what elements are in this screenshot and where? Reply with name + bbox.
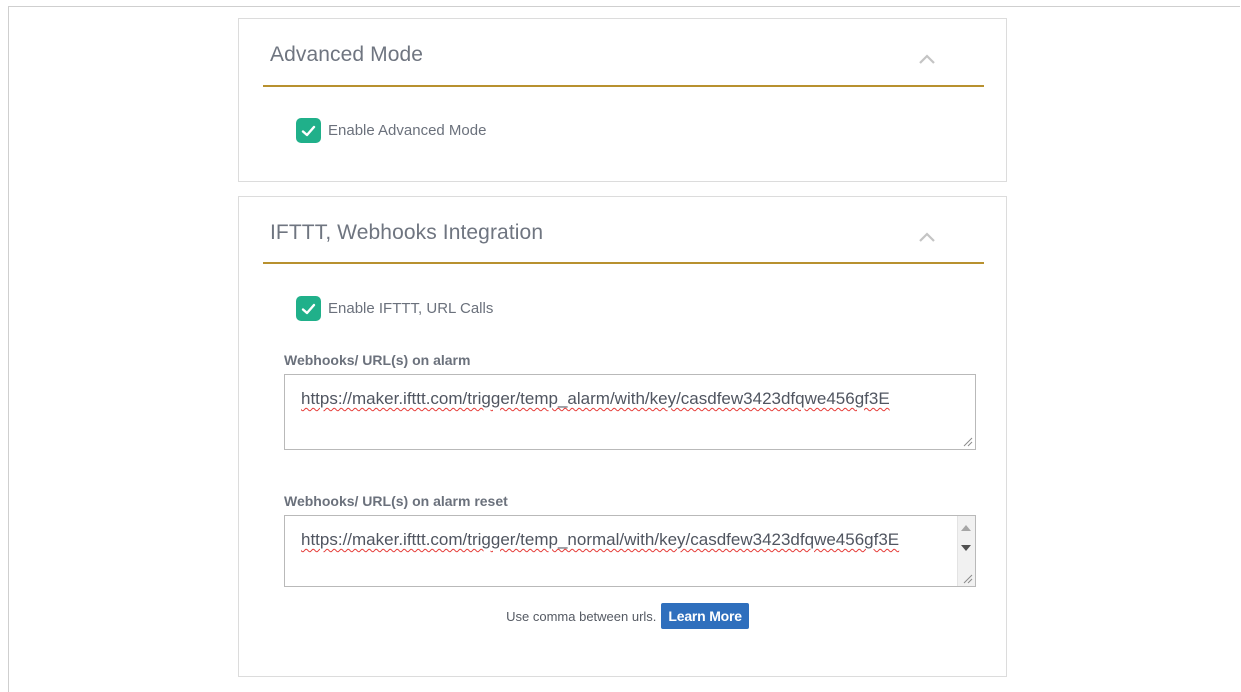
url-hint-row: Use comma between urls. Learn More xyxy=(239,603,1006,629)
enable-ifttt-checkbox[interactable]: Enable IFTTT, URL Calls xyxy=(296,296,493,321)
url-hint-text: Use comma between urls. xyxy=(506,608,657,624)
alarm-webhooks-label: Webhooks/ URL(s) on alarm xyxy=(284,352,471,368)
scroll-down-icon[interactable] xyxy=(961,545,971,551)
chevron-up-icon[interactable] xyxy=(918,231,936,243)
checkmark-icon xyxy=(301,303,316,314)
alarm-webhooks-textarea[interactable]: https://maker.ifttt.com/trigger/temp_ala… xyxy=(284,374,976,450)
checkbox-box[interactable] xyxy=(296,296,321,321)
section-divider xyxy=(263,262,984,264)
enable-advanced-mode-checkbox[interactable]: Enable Advanced Mode xyxy=(296,118,486,143)
advanced-mode-title: Advanced Mode xyxy=(270,43,424,66)
scroll-up-icon[interactable] xyxy=(961,525,971,531)
reset-webhooks-value: https://maker.ifttt.com/trigger/temp_nor… xyxy=(301,530,900,549)
checkbox-label: Enable IFTTT, URL Calls xyxy=(328,300,494,317)
ifttt-webhooks-title: IFTTT, Webhooks Integration xyxy=(270,221,544,244)
checkbox-label: Enable Advanced Mode xyxy=(328,122,487,139)
reset-webhooks-textarea[interactable]: https://maker.ifttt.com/trigger/temp_nor… xyxy=(284,515,976,587)
advanced-mode-panel: Advanced Mode Enable Advanced Mode xyxy=(238,18,1007,182)
reset-webhooks-label: Webhooks/ URL(s) on alarm reset xyxy=(284,493,508,509)
alarm-webhooks-value: https://maker.ifttt.com/trigger/temp_ala… xyxy=(301,389,890,408)
chevron-up-icon[interactable] xyxy=(918,53,936,65)
learn-more-button[interactable]: Learn More xyxy=(661,603,749,629)
advanced-mode-header[interactable]: Advanced Mode xyxy=(239,19,1006,87)
ifttt-webhooks-panel: IFTTT, Webhooks Integration Enable IFTTT… xyxy=(238,196,1007,677)
ifttt-webhooks-header[interactable]: IFTTT, Webhooks Integration xyxy=(239,197,1006,265)
checkmark-icon xyxy=(301,125,316,136)
checkbox-box[interactable] xyxy=(296,118,321,143)
resize-grip-icon[interactable] xyxy=(961,435,973,447)
section-divider xyxy=(263,85,984,87)
resize-grip-icon[interactable] xyxy=(961,572,973,584)
